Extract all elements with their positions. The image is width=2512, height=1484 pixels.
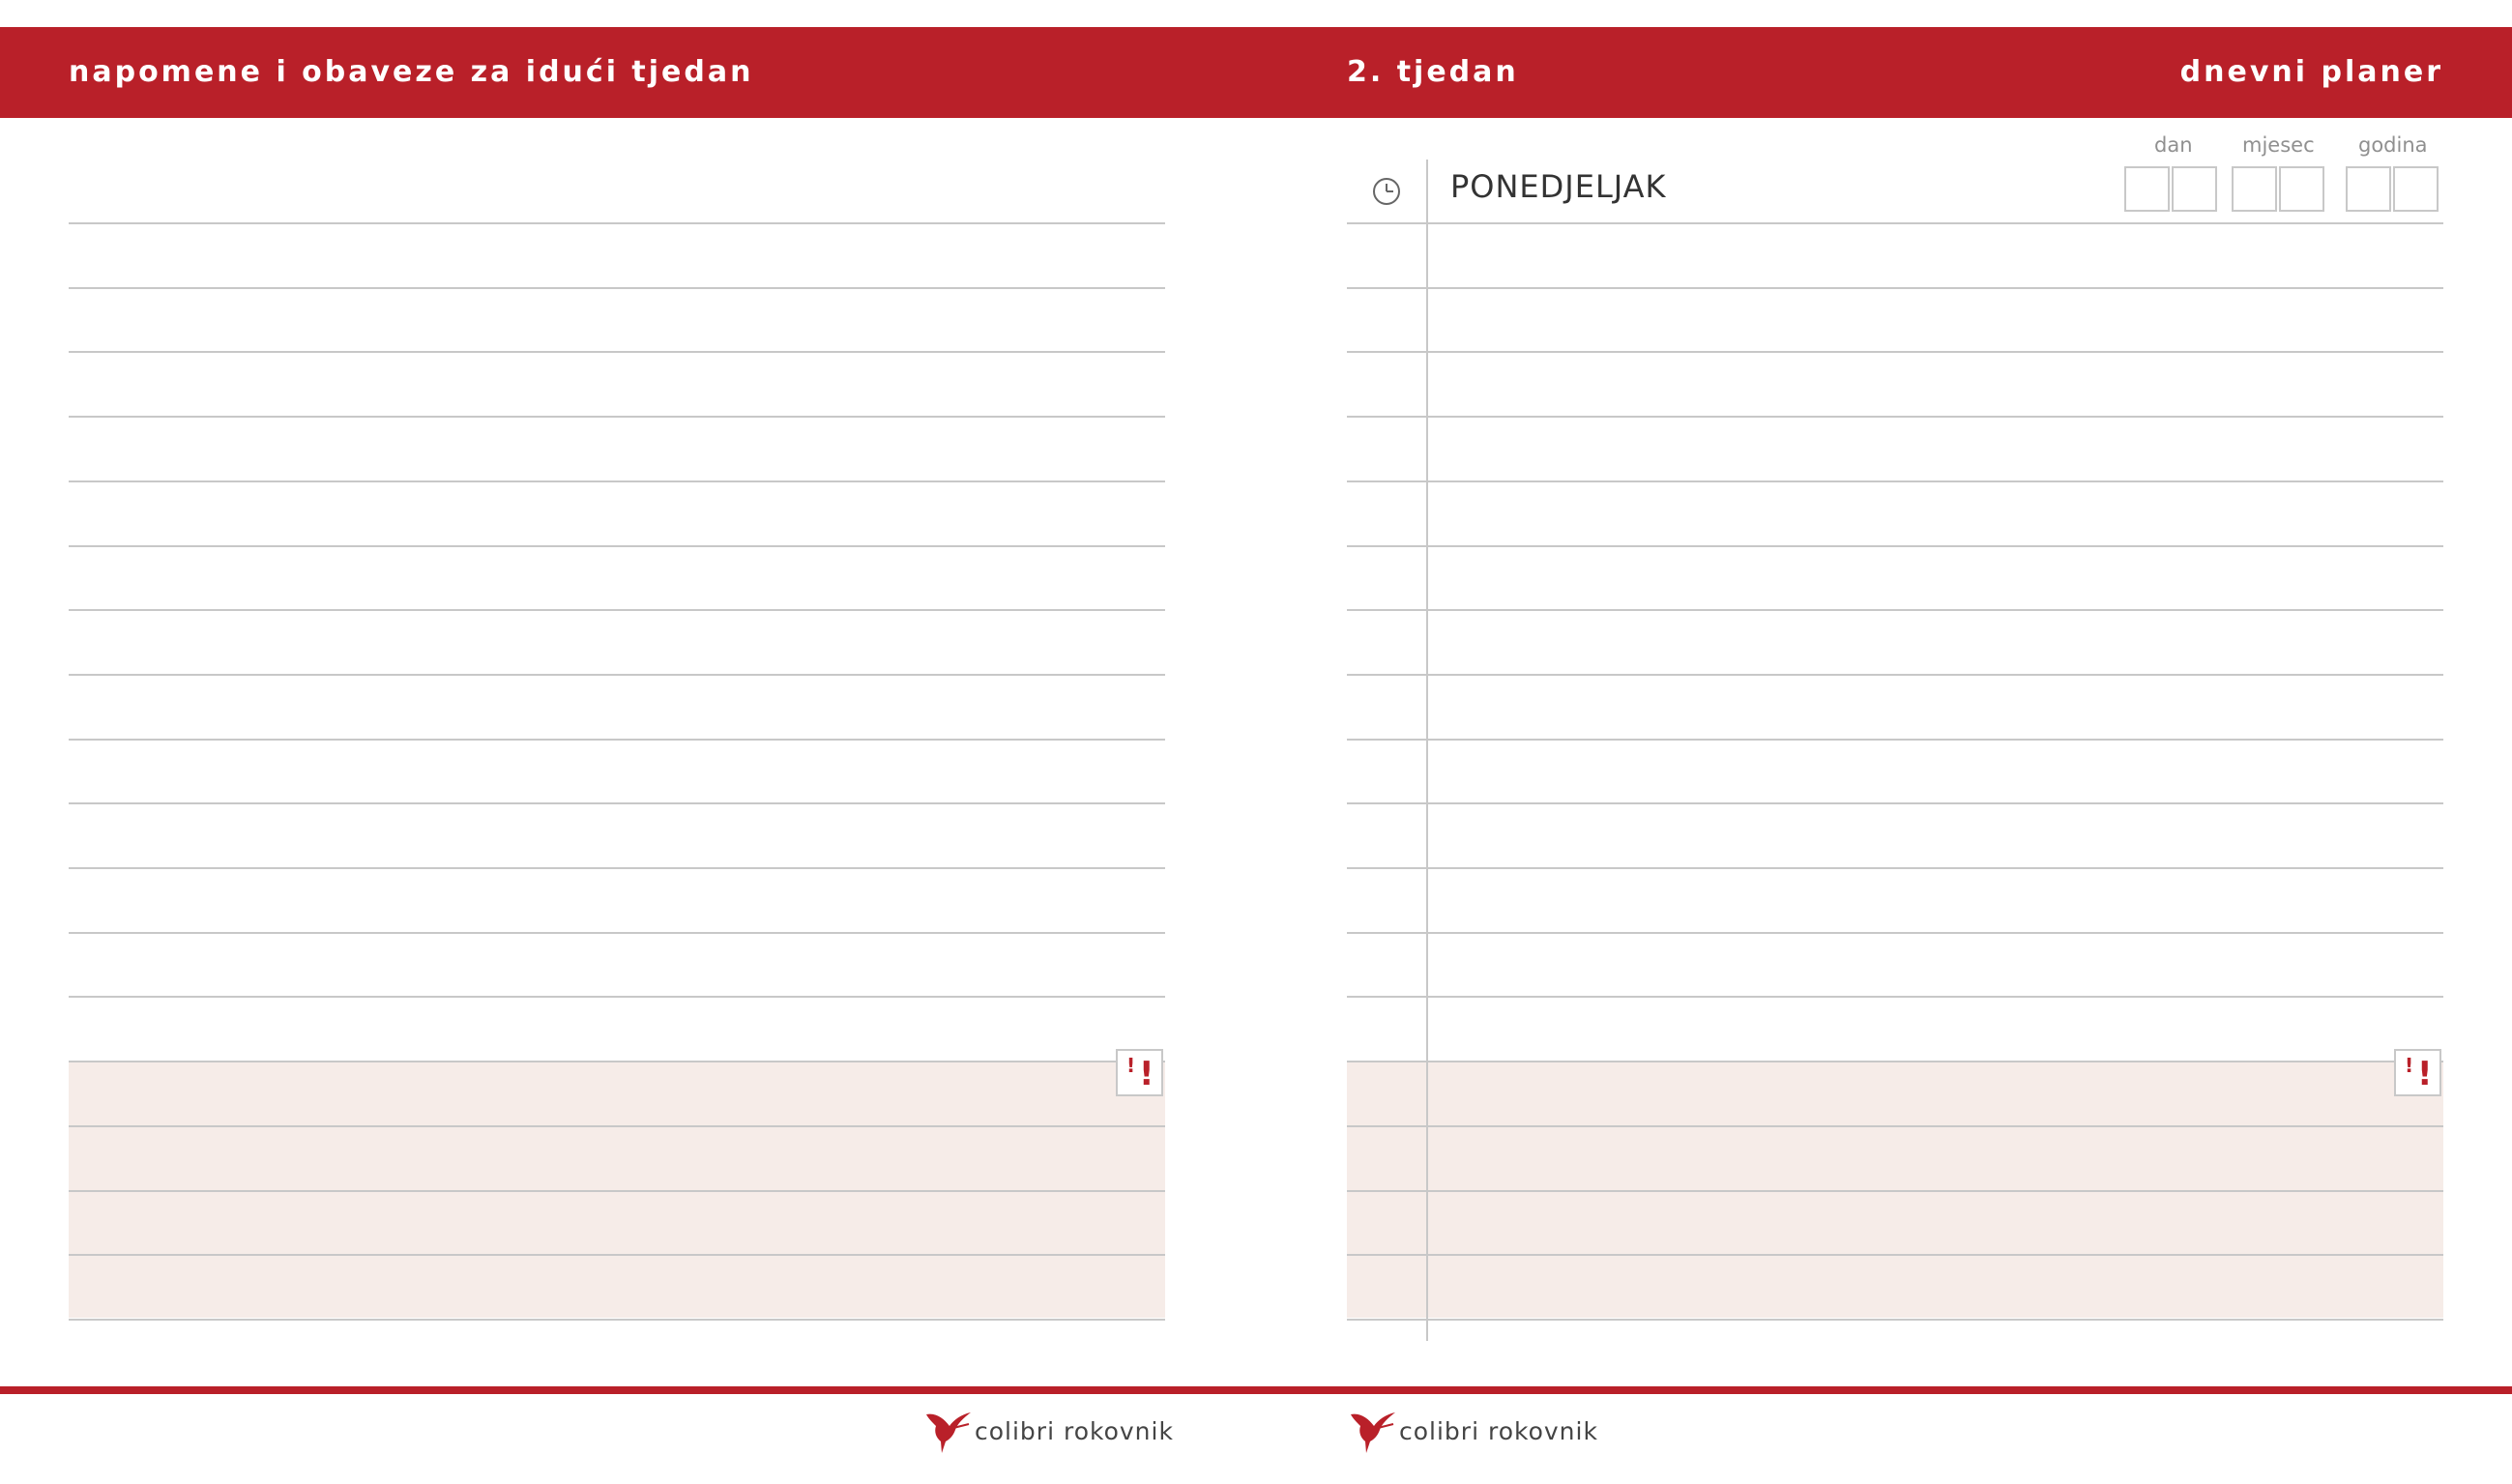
writing-line bbox=[69, 996, 1165, 998]
writing-line bbox=[1347, 996, 2443, 998]
clock-icon bbox=[1373, 178, 1400, 205]
writing-line bbox=[69, 1125, 1165, 1127]
writing-line bbox=[1347, 802, 2443, 804]
date-digit-box[interactable] bbox=[2172, 166, 2217, 212]
week-number: 2. tjedan bbox=[1347, 55, 1519, 89]
writing-line bbox=[69, 867, 1165, 869]
writing-line bbox=[69, 480, 1165, 482]
priority-mark-icon: !! bbox=[2394, 1049, 2441, 1096]
writing-line bbox=[69, 674, 1165, 676]
writing-line bbox=[69, 609, 1165, 611]
writing-line bbox=[1347, 287, 2443, 289]
writing-line bbox=[1347, 739, 2443, 741]
writing-line bbox=[1347, 1125, 2443, 1127]
writing-line bbox=[1347, 609, 2443, 611]
date-digit-box[interactable] bbox=[2279, 166, 2324, 212]
time-column-divider bbox=[1426, 160, 1428, 1341]
brand-name: colibri rokovnik bbox=[1399, 1417, 1598, 1445]
date-digit-box[interactable] bbox=[2232, 166, 2277, 212]
date-digit-box[interactable] bbox=[2346, 166, 2391, 212]
writing-line bbox=[1347, 1319, 2443, 1321]
writing-line bbox=[69, 351, 1165, 353]
header-bar: napomene i obaveze za idući tjedan 2. tj… bbox=[0, 27, 2512, 118]
priority-mark-icon: !! bbox=[1116, 1049, 1163, 1096]
footer-rule bbox=[0, 1386, 2512, 1394]
notes-section-title: napomene i obaveze za idući tjedan bbox=[69, 55, 754, 89]
day-name: PONEDJELJAK bbox=[1450, 168, 1667, 205]
date-month-label: mjesec bbox=[2242, 133, 2315, 157]
writing-line bbox=[1347, 1254, 2443, 1256]
hummingbird-logo-icon bbox=[1351, 1412, 1395, 1453]
writing-line bbox=[1347, 480, 2443, 482]
writing-line bbox=[69, 1254, 1165, 1256]
writing-line bbox=[69, 1061, 1165, 1062]
writing-line bbox=[69, 1190, 1165, 1192]
date-digit-box[interactable] bbox=[2393, 166, 2439, 212]
writing-line bbox=[69, 545, 1165, 547]
writing-line bbox=[69, 739, 1165, 741]
writing-line bbox=[1347, 545, 2443, 547]
writing-line bbox=[1347, 416, 2443, 418]
planner-title: dnevni planer bbox=[2179, 55, 2443, 89]
priority-band bbox=[1347, 1061, 2443, 1318]
date-digit-box[interactable] bbox=[2124, 166, 2170, 212]
writing-line bbox=[69, 802, 1165, 804]
writing-line bbox=[1347, 932, 2443, 934]
priority-band bbox=[69, 1061, 1165, 1318]
writing-line bbox=[1347, 222, 2443, 224]
brand-name: colibri rokovnik bbox=[975, 1417, 1174, 1445]
date-day-label: dan bbox=[2154, 133, 2193, 157]
writing-line bbox=[1347, 1061, 2443, 1062]
writing-line bbox=[1347, 351, 2443, 353]
hummingbird-logo-icon bbox=[926, 1412, 971, 1453]
writing-line bbox=[1347, 674, 2443, 676]
writing-line bbox=[69, 287, 1165, 289]
date-year-label: godina bbox=[2358, 133, 2428, 157]
writing-line bbox=[69, 1319, 1165, 1321]
writing-line bbox=[69, 932, 1165, 934]
writing-line bbox=[1347, 1190, 2443, 1192]
writing-line bbox=[69, 416, 1165, 418]
writing-line bbox=[69, 222, 1165, 224]
writing-line bbox=[1347, 867, 2443, 869]
